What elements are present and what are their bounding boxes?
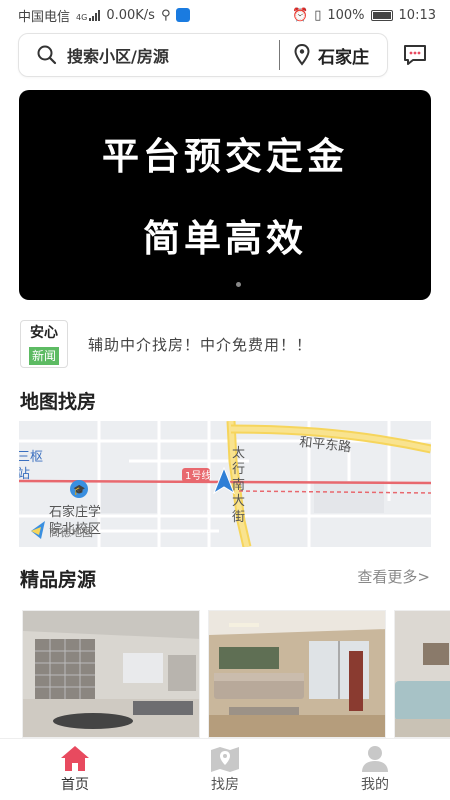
tab-home[interactable]: 首页 [0, 739, 150, 800]
status-left: 中国电信 4G 0.00K/s ⚲ [18, 6, 191, 25]
news-ticker[interactable]: 安心 新闻 辅助中介找房！中介免费用！！ [20, 320, 432, 368]
search-icon [37, 45, 57, 65]
map-canvas: 1号线 和平东路 太行南大街 三枢 站 🎓 石家庄学 院北校区 高德地图 [19, 421, 431, 547]
promo-banner[interactable]: 平台预交定金 简单高效 [19, 90, 431, 300]
battery-icon [370, 9, 393, 21]
news-text: 辅助中介找房！中介免费用！！ [88, 335, 313, 354]
news-badge-bottom: 新闻 [28, 347, 59, 365]
banner-line1: 平台预交定金 [102, 135, 348, 178]
listings-section-title: 精品房源 [20, 569, 97, 591]
search-input[interactable]: 搜索小区/房源 [19, 34, 279, 76]
vibrate-icon: ▯ [314, 7, 322, 23]
listing-photo-2 [209, 611, 385, 737]
school-label-1: 石家庄学 [49, 504, 101, 520]
time-label: 10:13 [398, 7, 436, 23]
tab-find-house[interactable]: 找房 [150, 739, 300, 800]
news-badge-top: 安心 [30, 325, 58, 341]
tab-find-house-label: 找房 [211, 777, 239, 793]
app-notify-icon [176, 8, 191, 22]
location-pin-icon [294, 44, 310, 66]
battery-label: 100% [327, 7, 365, 23]
network-label: 4G [76, 12, 88, 22]
banner-line2: 简单高效 [143, 217, 307, 260]
banner-page-indicator [236, 282, 241, 287]
news-badge: 安心 新闻 [20, 320, 68, 368]
speed-label: 0.00K/s [106, 7, 155, 23]
tab-home-label: 首页 [61, 777, 89, 793]
chat-icon [404, 45, 426, 65]
view-more-link[interactable]: 查看更多> [357, 566, 430, 587]
listing-card[interactable] [22, 610, 200, 738]
status-right: ⏰ ▯ 100% 10:13 [292, 8, 436, 23]
listing-photo-1 [23, 611, 199, 737]
search-bar[interactable]: 搜索小区/房源 石家庄 [18, 33, 388, 77]
home-icon [61, 746, 89, 771]
tab-mine[interactable]: 我的 [300, 739, 450, 800]
bottom-tab-bar: 首页 找房 我的 [0, 738, 450, 800]
listings-carousel[interactable] [22, 610, 450, 738]
listing-card[interactable] [208, 610, 386, 738]
station-label-2: 站 [19, 467, 30, 482]
usb-icon: ⚲ [160, 7, 171, 23]
road-south-label: 太行南大街 [232, 446, 245, 525]
search-placeholder: 搜索小区/房源 [67, 47, 169, 66]
message-button[interactable] [400, 40, 430, 70]
map-icon [211, 747, 239, 772]
alarm-icon: ⏰ [292, 7, 309, 23]
map-section-title: 地图找房 [20, 391, 97, 413]
map-logo-label: 高德地图 [49, 525, 93, 539]
city-selector[interactable]: 石家庄 [280, 34, 387, 76]
station-label: 三枢 [19, 450, 43, 465]
school-marker-icon: 🎓 [73, 484, 85, 496]
tab-mine-label: 我的 [361, 777, 389, 793]
metro-line-label: 1号线 [185, 469, 211, 482]
carrier-label: 中国电信 [18, 9, 71, 25]
signal-icon [89, 9, 101, 21]
status-bar: 中国电信 4G 0.00K/s ⚲ ⏰ ▯ 100% 10:13 [0, 0, 450, 30]
user-icon [362, 746, 388, 772]
listing-photo-3 [395, 611, 450, 737]
listing-card[interactable] [394, 610, 450, 738]
city-label: 石家庄 [318, 47, 369, 68]
map-view[interactable]: 1号线 和平东路 太行南大街 三枢 站 🎓 石家庄学 院北校区 高德地图 [19, 421, 431, 547]
